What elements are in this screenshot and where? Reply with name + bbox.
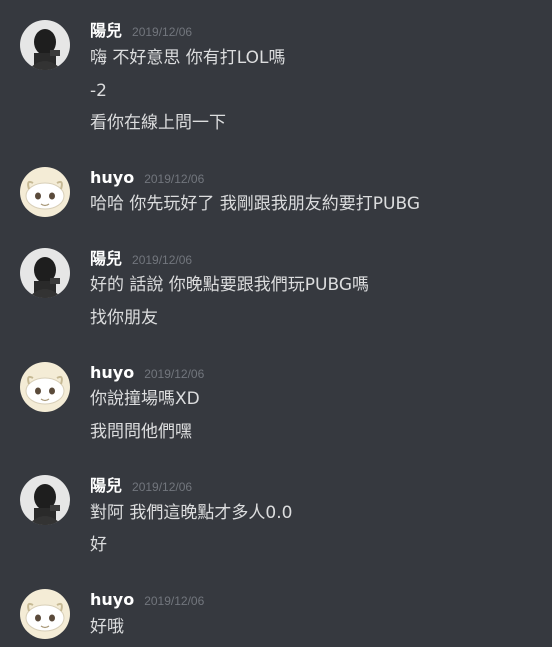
message-text: 好的 話說 你晚點要跟我們玩PUBG嗎: [90, 275, 370, 295]
message-text: 你說撞場嗎XD: [90, 389, 200, 409]
message-text: 哈哈 你先玩好了 我剛跟我朋友約要打PUBG: [90, 194, 421, 214]
user-photo-avatar[interactable]: [20, 475, 70, 525]
timestamp: 2019/12/06: [132, 480, 193, 494]
animal-skull-avatar[interactable]: [20, 589, 70, 639]
user-photo-avatar[interactable]: [20, 248, 70, 298]
timestamp: 2019/12/06: [132, 25, 193, 39]
message-text: -2: [90, 81, 107, 101]
chat-messages: 陽兒 2019/12/06 嗨 不好意思 你有打LOL嗎 -2 看你在線上問一下 …: [0, 0, 552, 647]
timestamp: 2019/12/06: [144, 367, 205, 381]
username[interactable]: 陽兒: [90, 249, 122, 268]
message-text: 看你在線上問一下: [90, 113, 226, 133]
username[interactable]: huyo: [90, 363, 134, 382]
username[interactable]: 陽兒: [90, 476, 122, 495]
animal-skull-avatar[interactable]: [20, 167, 70, 217]
message-text: 好哦: [90, 617, 124, 637]
timestamp: 2019/12/06: [144, 594, 205, 608]
message-text: 我問問他們嘿: [90, 422, 192, 442]
timestamp: 2019/12/06: [132, 253, 193, 267]
username[interactable]: 陽兒: [90, 21, 122, 40]
message-text: 好: [90, 535, 107, 555]
animal-skull-avatar[interactable]: [20, 362, 70, 412]
message-text: 嗨 不好意思 你有打LOL嗎: [90, 48, 286, 68]
timestamp: 2019/12/06: [144, 172, 205, 186]
user-photo-avatar[interactable]: [20, 20, 70, 70]
message-text: 對阿 我們這晚點才多人0.0: [90, 503, 293, 523]
username[interactable]: huyo: [90, 168, 134, 187]
username[interactable]: huyo: [90, 590, 134, 609]
message-text: 找你朋友: [90, 308, 158, 328]
